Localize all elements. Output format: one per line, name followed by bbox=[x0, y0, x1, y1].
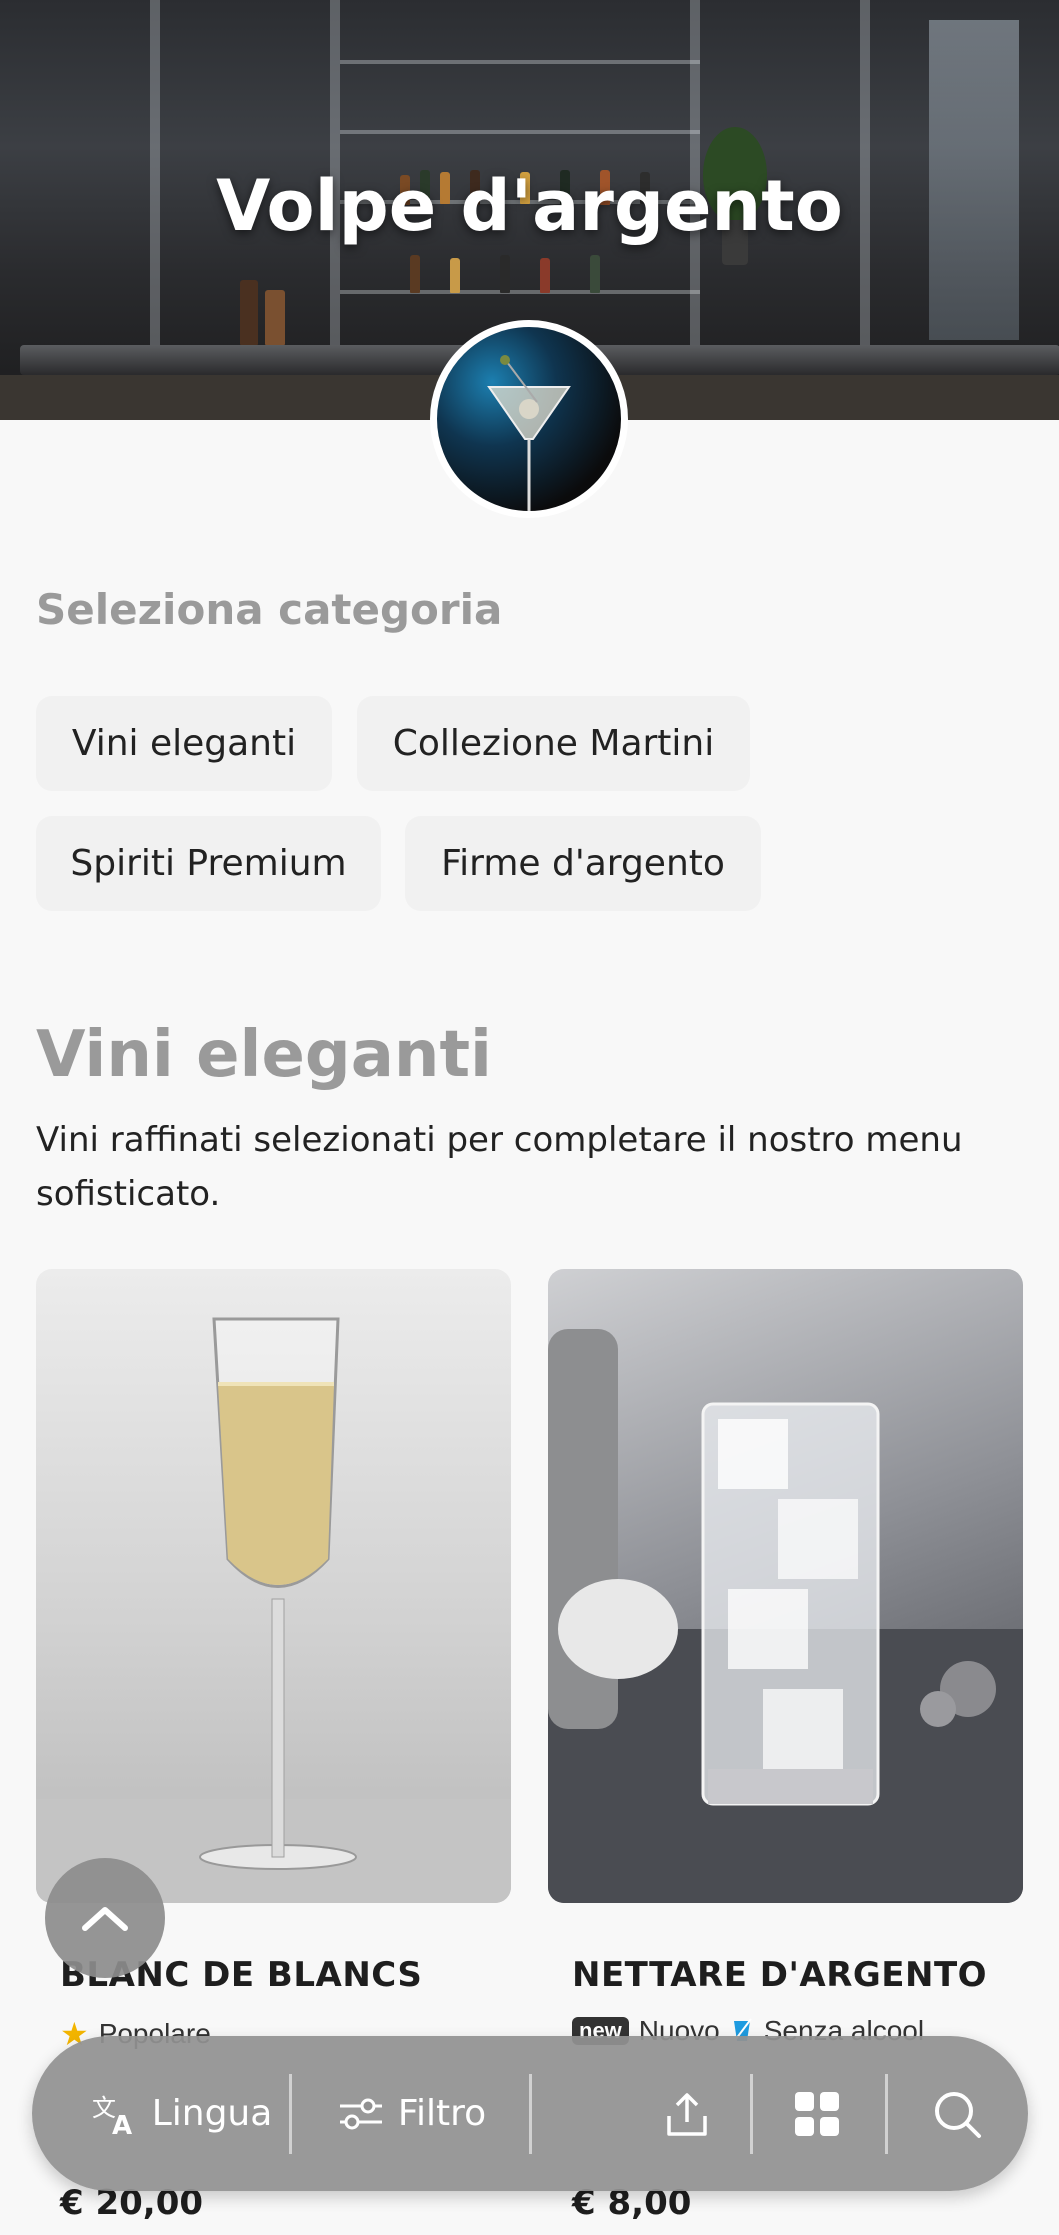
chip-spiriti-premium[interactable]: Spiriti Premium bbox=[36, 816, 381, 911]
scroll-to-top-button[interactable] bbox=[45, 1858, 165, 1978]
filter-label: Filtro bbox=[397, 2093, 487, 2134]
language-label: Lingua bbox=[151, 2093, 273, 2134]
chip-vini-eleganti[interactable]: Vini eleganti bbox=[36, 696, 332, 791]
item-image-nettare-dargento[interactable] bbox=[548, 1269, 1023, 1903]
chip-firme-dargento[interactable]: Firme d'argento bbox=[405, 816, 761, 911]
grid-view-button[interactable] bbox=[772, 2036, 862, 2191]
search-icon bbox=[935, 2091, 981, 2138]
ice-glass-image bbox=[548, 1329, 1023, 1903]
champagne-flute-image bbox=[36, 1317, 511, 1903]
martini-glass-icon bbox=[487, 355, 571, 511]
translate-icon: 文 A bbox=[92, 2094, 132, 2136]
svg-text:A: A bbox=[112, 2111, 132, 2136]
share-icon bbox=[667, 2092, 707, 2136]
share-button[interactable] bbox=[642, 2036, 732, 2191]
filter-button[interactable]: Filtro bbox=[302, 2036, 522, 2191]
category-title: Vini eleganti bbox=[36, 1018, 492, 1092]
restaurant-logo bbox=[430, 320, 628, 518]
chip-collezione-martini[interactable]: Collezione Martini bbox=[357, 696, 750, 791]
restaurant-name: Volpe d'argento bbox=[216, 165, 843, 247]
grid-icon bbox=[795, 2091, 839, 2136]
category-selector-label: Seleziona categoria bbox=[36, 585, 503, 634]
item-name-nettare-dargento: NETTARE D'ARGENTO bbox=[572, 1955, 988, 1995]
chevron-up-icon bbox=[82, 1907, 128, 1931]
category-description: Vini raffinati selezionati per completar… bbox=[36, 1120, 963, 1214]
language-button[interactable]: 文 A Lingua bbox=[72, 2036, 292, 2191]
item-image-blanc-de-blancs[interactable] bbox=[36, 1269, 511, 1903]
search-button[interactable] bbox=[912, 2036, 1002, 2191]
menu-page: Volpe d'argento Seleziona categoria Vini… bbox=[0, 0, 1059, 2235]
filter-icon bbox=[339, 2098, 382, 2129]
bottom-toolbar: 文 A Lingua Filtro bbox=[32, 2036, 1028, 2191]
